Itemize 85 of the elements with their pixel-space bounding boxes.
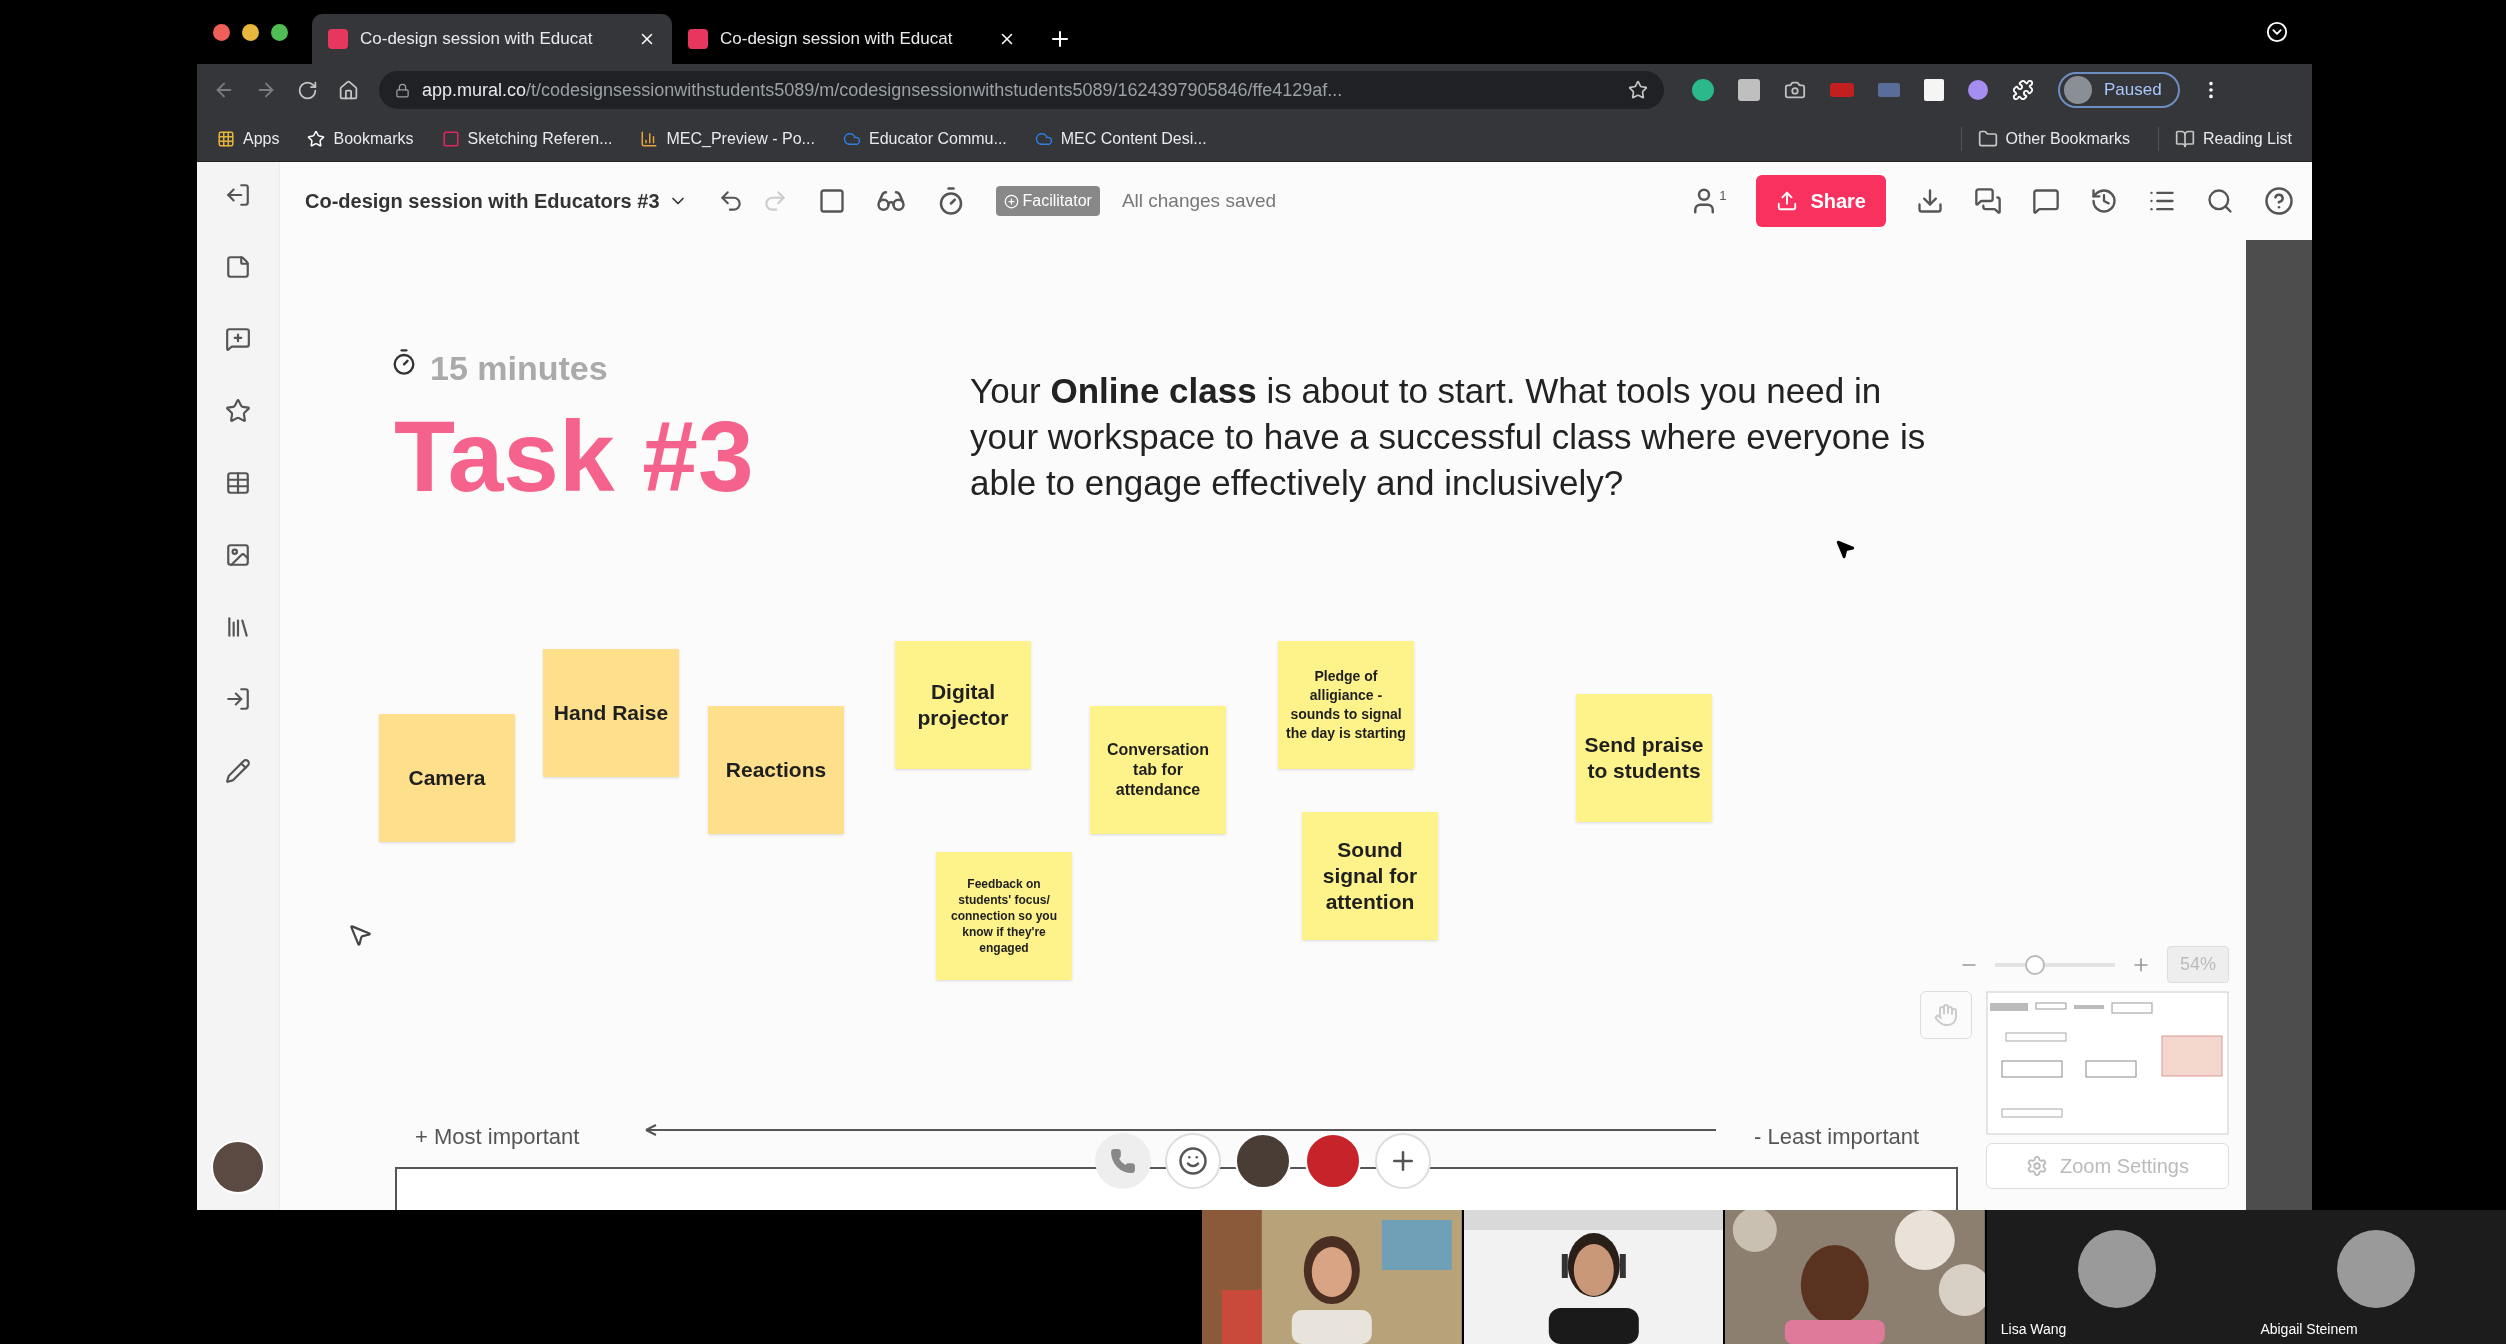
scrollbar[interactable] — [2246, 240, 2312, 1210]
minimize-window-icon[interactable] — [242, 23, 259, 41]
bookmark-item[interactable]: Educator Commu... — [842, 126, 1007, 151]
close-window-icon[interactable] — [213, 23, 230, 41]
plus-circle-icon — [1003, 193, 1019, 209]
sticky-note[interactable]: Conversation tab for attendance — [1090, 706, 1226, 834]
bookmark-item[interactable]: Bookmarks — [307, 126, 414, 151]
task-heading: Task #3 — [394, 406, 754, 506]
pencil-icon[interactable] — [225, 758, 251, 784]
tab-title: Co-design session with Educat — [360, 28, 594, 51]
sticky-note-icon[interactable] — [225, 254, 251, 280]
bookmark-item[interactable]: MEC_Preview - Po... — [640, 126, 815, 151]
browser-tab[interactable]: Co-design session with Educat — [312, 14, 672, 64]
extension-icon[interactable] — [1692, 79, 1714, 101]
smile-icon — [1178, 1146, 1208, 1176]
cursor-icon — [1834, 538, 1856, 560]
chat-icon[interactable] — [1974, 187, 2002, 215]
profile-button[interactable]: Paused — [2058, 72, 2180, 108]
bookmark-icon — [640, 129, 659, 148]
help-icon[interactable] — [2264, 186, 2294, 216]
participant-name: Lisa Wang — [2000, 1320, 2067, 1339]
import-icon[interactable] — [225, 686, 251, 712]
sticky-note[interactable]: Feedback on students' focus/ connection so you know if they're engaged — [936, 852, 1072, 980]
book-icon — [2175, 128, 2196, 149]
grid-icon[interactable] — [225, 470, 251, 496]
reload-icon[interactable] — [297, 79, 318, 101]
bookmark-item[interactable]: Other Bookmarks — [1960, 126, 2131, 151]
extensions-icon[interactable] — [2012, 79, 2034, 101]
bookmark-icon — [441, 129, 460, 148]
exit-icon[interactable] — [225, 182, 251, 208]
task-prompt: Your Online class is about to start. What tools you need in your workspace to have a successful class where everyone is able to engage effectively and inclusively? — [970, 370, 1927, 504]
folder-icon — [1977, 128, 1998, 149]
share-button[interactable]: Share — [1756, 175, 1886, 227]
sticky-note[interactable]: Pledge of alligiance - sounds to signal the day is starting — [1278, 641, 1414, 769]
frame-icon[interactable] — [817, 187, 846, 215]
call-button[interactable] — [1095, 1133, 1151, 1189]
add-button[interactable] — [1375, 1133, 1431, 1189]
sticky-note[interactable]: Camera — [379, 714, 515, 842]
mural-logo-icon — [688, 29, 708, 49]
tab-search-icon[interactable] — [2266, 21, 2288, 43]
home-icon[interactable] — [338, 79, 359, 101]
bookmark-icon — [307, 129, 326, 148]
comment-icon[interactable] — [2032, 187, 2060, 215]
zoom-slider-thumb[interactable] — [2024, 954, 2045, 975]
mural-logo-icon — [328, 29, 348, 49]
download-icon[interactable] — [1916, 187, 1944, 215]
bookmark-item[interactable]: Reading List — [2158, 126, 2292, 151]
cursor-icon — [347, 922, 373, 948]
collaborators-button[interactable]: 1 — [1689, 186, 1727, 216]
scale-end-label: - Least important — [1754, 1123, 1920, 1151]
save-status: All changes saved — [1121, 188, 1277, 213]
history-icon[interactable] — [2090, 187, 2118, 215]
tab-title: Co-design session with Educat — [720, 28, 954, 51]
sticky-note[interactable]: Digital projector — [895, 641, 1031, 769]
upload-icon — [1776, 190, 1799, 212]
lock-icon — [395, 82, 410, 98]
sticky-note[interactable]: Hand Raise — [543, 649, 679, 777]
bookmark-item[interactable]: Sketching Referen... — [441, 126, 613, 151]
bookmark-icon — [217, 129, 235, 148]
image-icon[interactable] — [225, 542, 251, 568]
avatar-icon — [2064, 76, 2092, 104]
maximize-window-icon[interactable] — [271, 23, 288, 41]
timer-label: 15 minutes — [430, 348, 608, 389]
bookmark-item[interactable]: Apps — [217, 126, 280, 151]
reaction-button[interactable] — [1165, 1133, 1221, 1189]
hand-icon — [1934, 1003, 1958, 1027]
bookmark-item[interactable]: MEC Content Desi... — [1034, 126, 1207, 151]
phone-icon — [1110, 1148, 1136, 1174]
bookmark-star-icon[interactable] — [1628, 80, 1648, 100]
sticky-note[interactable]: Sound signal for attention — [1302, 812, 1438, 940]
gear-icon — [2026, 1155, 2048, 1177]
url-path: /t/codesignsessionwithstudents5089/m/codesignsessionwithstudents5089/1624397905846/ffe4129af... — [526, 78, 1344, 102]
sticky-note[interactable]: Send praise to students — [1576, 694, 1712, 822]
extension-icon[interactable] — [1968, 80, 1988, 100]
sticky-note[interactable]: Reactions — [708, 706, 844, 834]
library-icon[interactable] — [225, 614, 251, 640]
participant-name: Abigail Steinem — [2260, 1320, 2358, 1339]
scale-start-label: + Most important — [415, 1123, 580, 1151]
facilitator-badge[interactable]: Facilitator — [995, 186, 1100, 216]
board-title-dropdown[interactable]: Co-design session with Educators #3 — [305, 186, 688, 216]
search-icon[interactable] — [2206, 187, 2234, 215]
star-icon[interactable] — [225, 398, 251, 424]
url-host: app.mural.co — [422, 78, 527, 102]
address-field[interactable]: app.mural.co/t/codesignsessionwithstudents5089/m/codesignsessionwithstudents5089/1624397905846/ffe4129af... — [379, 71, 1664, 109]
camera-icon[interactable] — [1784, 79, 1806, 101]
